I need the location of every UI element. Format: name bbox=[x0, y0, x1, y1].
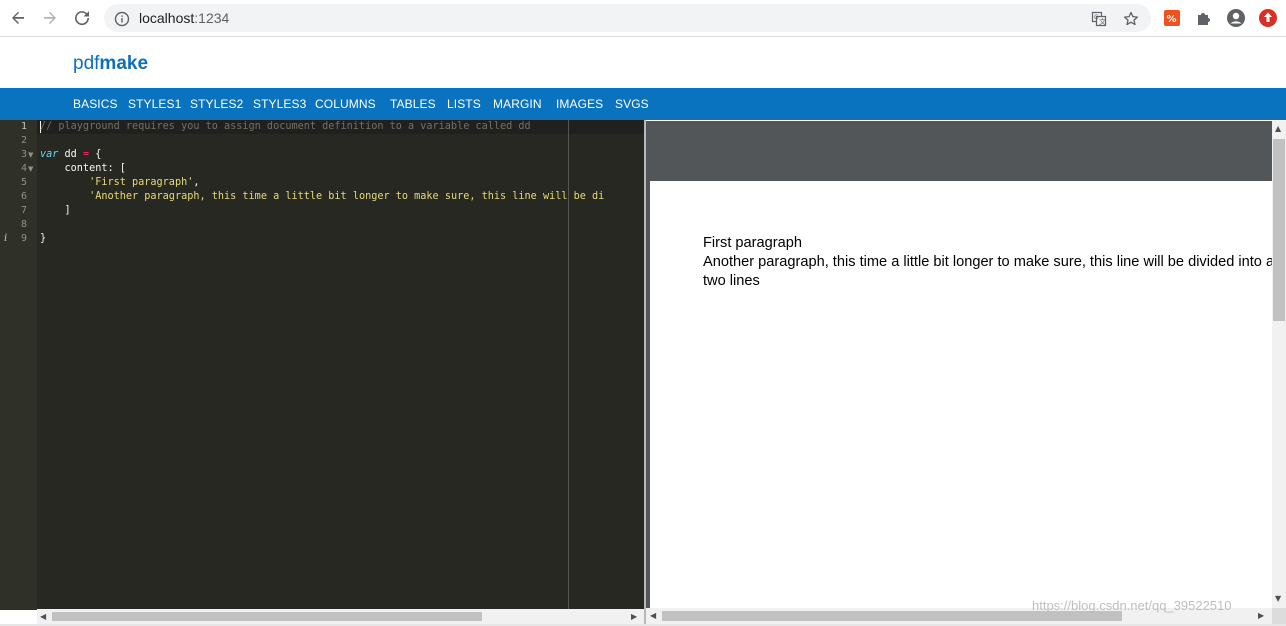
brand-suffix: make bbox=[99, 53, 149, 74]
pdf-paragraph-1: First paragraph bbox=[703, 235, 802, 251]
address-bar[interactable]: localhost:1234 文G bbox=[104, 4, 1151, 32]
nav-columns[interactable]: COLUMNS bbox=[315, 97, 376, 111]
examples-nav: BASICS STYLES1 STYLES2 STYLES3 COLUMNS T… bbox=[0, 88, 1286, 120]
scroll-left-icon[interactable]: ◀ bbox=[650, 611, 656, 620]
url-host: localhost bbox=[139, 10, 195, 26]
app-header: pdfmake bbox=[0, 37, 1286, 88]
url-port: :1234 bbox=[194, 10, 230, 26]
nav-styles3[interactable]: STYLES3 bbox=[253, 97, 306, 111]
code-line-5: 'First paragraph', bbox=[40, 176, 200, 190]
translate-icon[interactable]: 文G bbox=[1090, 10, 1108, 28]
nav-images[interactable]: IMAGES bbox=[556, 97, 603, 111]
svg-text:%: % bbox=[1167, 14, 1177, 25]
preview-vertical-scrollbar[interactable]: ▲ ▼ bbox=[1272, 121, 1286, 608]
string-literal: 'First paragraph' bbox=[89, 177, 194, 188]
back-icon[interactable] bbox=[6, 6, 30, 30]
line-number: 3 bbox=[20, 149, 27, 160]
code-line-6: 'Another paragraph, this time a little b… bbox=[40, 190, 604, 204]
line-number: 4 bbox=[20, 163, 27, 174]
editor-horizontal-scrollbar[interactable]: ◀ ▶ bbox=[37, 609, 644, 624]
line-number: 6 bbox=[20, 191, 27, 202]
code-line-1: // playground requires you to assign doc… bbox=[40, 121, 531, 132]
scroll-down-icon[interactable]: ▼ bbox=[1275, 594, 1281, 603]
scroll-right-icon[interactable]: ▶ bbox=[1258, 611, 1264, 620]
code-line-9: } bbox=[40, 233, 47, 244]
nav-basics[interactable]: BASICS bbox=[73, 97, 118, 111]
line-number: 2 bbox=[20, 135, 27, 146]
editor-scroll-thumb[interactable] bbox=[52, 612, 482, 621]
profile-icon[interactable] bbox=[1226, 8, 1246, 28]
svg-text:G: G bbox=[1094, 14, 1099, 21]
nav-tables[interactable]: TABLES bbox=[390, 97, 436, 111]
editor-gutter: 1 2 3 ▼ 4 ▼ 5 6 7 8 i 9 bbox=[0, 120, 37, 610]
line-number: 5 bbox=[20, 177, 27, 188]
watermark-text: https://blog.csdn.net/qq_39522510 bbox=[1032, 598, 1232, 613]
nav-styles1[interactable]: STYLES1 bbox=[128, 97, 181, 111]
fold-icon[interactable]: ▼ bbox=[28, 165, 33, 173]
code-editor[interactable]: 1 2 3 ▼ 4 ▼ 5 6 7 8 i 9 // playground re… bbox=[0, 120, 644, 610]
line-number: 7 bbox=[20, 205, 27, 216]
pdf-preview[interactable]: First paragraph Another paragraph, this … bbox=[646, 121, 1272, 608]
info-icon[interactable] bbox=[113, 10, 131, 28]
nav-styles2[interactable]: STYLES2 bbox=[190, 97, 243, 111]
scroll-up-icon[interactable]: ▲ bbox=[1275, 124, 1281, 133]
pdf-paragraph-2-continued: two lines bbox=[703, 273, 760, 289]
identifier-dd: dd bbox=[58, 149, 83, 160]
brand-logo[interactable]: pdfmake bbox=[73, 53, 148, 75]
code-line-4: content: [ bbox=[40, 163, 126, 174]
line-number: 8 bbox=[20, 219, 27, 230]
line-number: 1 bbox=[20, 121, 27, 132]
forward-icon[interactable] bbox=[38, 6, 62, 30]
puzzle-icon[interactable] bbox=[1194, 8, 1214, 28]
brace-open: { bbox=[89, 149, 102, 160]
keyword-var: var bbox=[40, 149, 59, 160]
svg-text:文: 文 bbox=[1099, 17, 1106, 26]
pdf-page: First paragraph Another paragraph, this … bbox=[650, 181, 1272, 608]
update-icon[interactable] bbox=[1258, 8, 1278, 28]
browser-toolbar: localhost:1234 文G % bbox=[0, 0, 1286, 37]
code-line-3: var dd = { bbox=[40, 148, 101, 162]
comma: , bbox=[193, 177, 200, 188]
extension-red-icon[interactable]: % bbox=[1162, 8, 1182, 28]
scroll-left-icon[interactable]: ◀ bbox=[40, 612, 46, 621]
nav-svgs[interactable]: SVGS bbox=[615, 97, 649, 111]
pdf-paragraph-2: Another paragraph, this time a little bi… bbox=[703, 254, 1272, 270]
scrollbar-corner bbox=[1272, 608, 1286, 624]
pdf-viewer-toolbar bbox=[646, 121, 1272, 181]
star-icon[interactable] bbox=[1122, 10, 1140, 28]
string-literal: 'Another paragraph, this time a little b… bbox=[89, 191, 605, 202]
nav-lists[interactable]: LISTS bbox=[447, 97, 481, 111]
line-number: 9 bbox=[20, 233, 27, 244]
nav-margin[interactable]: MARGIN bbox=[493, 97, 542, 111]
scroll-right-icon[interactable]: ▶ bbox=[631, 612, 637, 621]
reload-icon[interactable] bbox=[70, 6, 94, 30]
brand-prefix: pdf bbox=[73, 53, 100, 74]
url-text: localhost:1234 bbox=[139, 10, 229, 26]
fold-icon[interactable]: ▼ bbox=[28, 151, 33, 159]
code-line-7: ] bbox=[40, 205, 71, 216]
preview-vscroll-thumb[interactable] bbox=[1273, 139, 1285, 321]
